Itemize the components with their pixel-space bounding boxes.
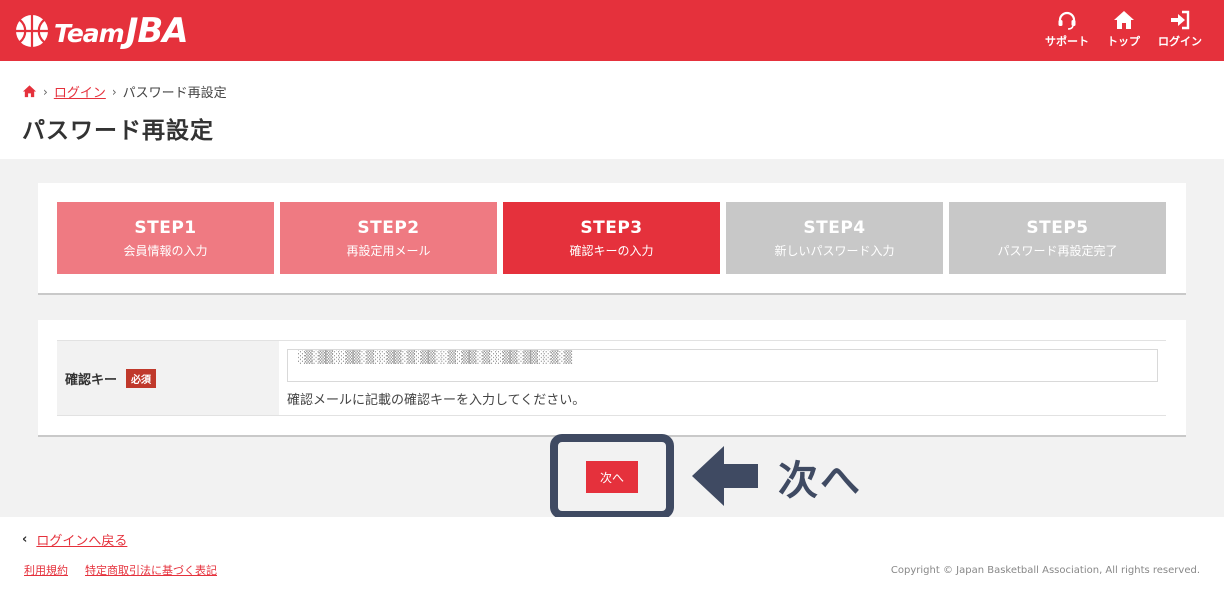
required-badge: 必須	[126, 368, 157, 388]
step-title: STEP2	[357, 217, 420, 238]
login-icon	[1171, 10, 1190, 30]
logo-jba-text: JBA	[125, 11, 189, 51]
confirmation-key-input[interactable]: ░▒░▒▒░░▒▒░▒░░▒▒░▒░▒▒░░▒░▒▒░▒░░▒▒░▒▒░░▒░▒	[287, 349, 1158, 382]
title-area: › ログイン › パスワード再設定 パスワード再設定	[0, 61, 1224, 159]
annotation-label: 次へ	[778, 458, 862, 504]
copyright: Copyright © Japan Basketball Association…	[890, 565, 1200, 576]
commercial-law-link[interactable]: 特定商取引法に基づく表記	[85, 562, 217, 578]
form-label-cell: 確認キー 必須	[57, 341, 279, 415]
breadcrumb-login-link[interactable]: ログイン	[54, 82, 106, 101]
nav-support-label: サポート	[1045, 35, 1089, 48]
step-subtitle: 確認キーの入力	[569, 243, 654, 258]
header-nav: サポート トップ ログイン	[1045, 9, 1202, 49]
breadcrumb-current: パスワード再設定	[122, 86, 227, 101]
step-3: STEP3 確認キーの入力	[503, 202, 720, 274]
logo-team-text: Team	[54, 19, 125, 48]
confirmation-key-label: 確認キー	[65, 372, 118, 388]
chevron-left-icon: ‹	[22, 532, 28, 547]
nav-top-label: トップ	[1107, 35, 1140, 48]
step-subtitle: パスワード再設定完了	[997, 243, 1118, 258]
logo-wordmark: Team JBA	[54, 11, 189, 51]
nav-login[interactable]: ログイン	[1158, 9, 1202, 49]
breadcrumb-separator: ›	[111, 84, 117, 99]
page-title: パスワード再設定	[22, 118, 214, 144]
back-to-login-link[interactable]: ログインへ戻る	[36, 530, 127, 549]
step-subtitle: 会員情報の入力	[123, 243, 208, 258]
step-title: STEP4	[803, 217, 866, 238]
step-title: STEP3	[580, 217, 643, 238]
footer: ‹ ログインへ戻る 利用規約 特定商取引法に基づく表記 Copyright © …	[0, 517, 1224, 590]
step-2: STEP2 再設定用メール	[280, 202, 497, 274]
headset-icon	[1058, 11, 1076, 30]
terms-link[interactable]: 利用規約	[24, 562, 68, 578]
step-subtitle: 再設定用メール	[346, 243, 431, 258]
form-panel: 確認キー 必須 ░▒░▒▒░░▒▒░▒░░▒▒░▒░▒▒░░▒░▒▒░▒░░▒▒…	[38, 320, 1186, 437]
nav-login-label: ログイン	[1158, 35, 1202, 48]
nav-support[interactable]: サポート	[1045, 9, 1089, 49]
team-jba-logo[interactable]: Team JBA	[14, 11, 189, 51]
home-icon	[1113, 11, 1134, 29]
step-1: STEP1 会員情報の入力	[57, 202, 274, 274]
home-icon[interactable]	[22, 84, 37, 99]
confirmation-key-row: 確認キー 必須 ░▒░▒▒░░▒▒░▒░░▒▒░▒░▒▒░░▒░▒▒░▒░░▒▒…	[57, 340, 1166, 416]
step-title: STEP1	[134, 217, 197, 238]
back-to-login: ‹ ログインへ戻る	[22, 530, 127, 549]
step-title: STEP5	[1026, 217, 1089, 238]
breadcrumb: › ログイン › パスワード再設定	[22, 82, 227, 101]
breadcrumb-separator: ›	[43, 84, 48, 99]
steps-panel: STEP1 会員情報の入力 STEP2 再設定用メール STEP3 確認キーの入…	[38, 183, 1186, 295]
footer-links: 利用規約 特定商取引法に基づく表記	[24, 562, 217, 578]
step-5: STEP5 パスワード再設定完了	[949, 202, 1166, 274]
step-subtitle: 新しいパスワード入力	[774, 243, 895, 258]
basketball-icon	[16, 15, 48, 47]
confirmation-key-help: 確認メールに記載の確認キーを入力してください。	[287, 393, 586, 408]
nav-top[interactable]: トップ	[1107, 9, 1140, 49]
step-4: STEP4 新しいパスワード入力	[726, 202, 943, 274]
arrow-left-icon	[692, 446, 758, 506]
site-header: Team JBA サポート トップ ログイン	[0, 0, 1224, 61]
next-button[interactable]: 次へ	[586, 461, 638, 493]
